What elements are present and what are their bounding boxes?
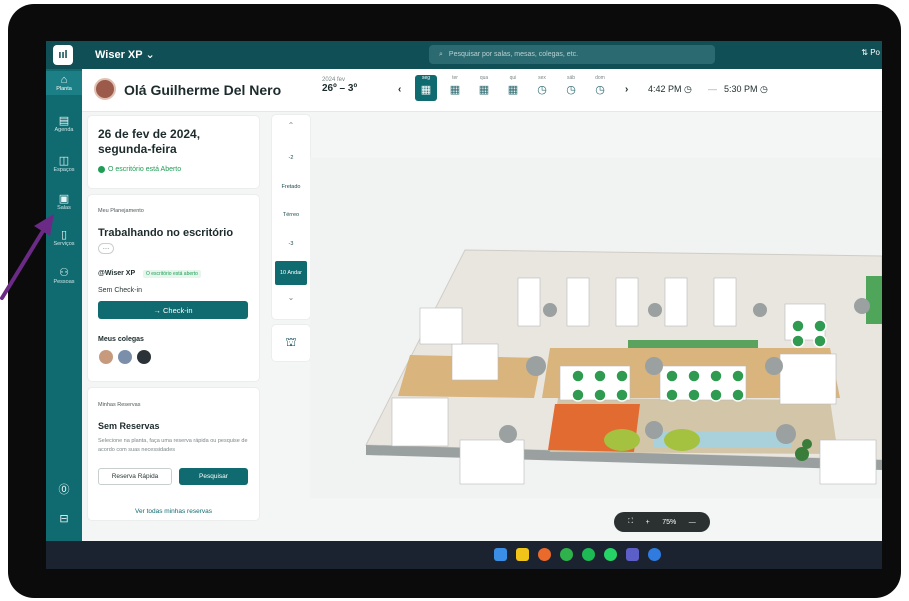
prev-week-button[interactable]: ‹ [398, 84, 401, 95]
services-icon: ▯ [60, 229, 68, 241]
search-icon: ⌕ [439, 50, 443, 58]
day-ter[interactable]: ter ▦ [444, 75, 466, 101]
checkin-button[interactable]: → Check-in [98, 301, 248, 319]
reservations-section-label: Minhas Reservas [98, 402, 141, 408]
help-icon: ⓪ [58, 484, 70, 496]
building-icon: ▦ [507, 84, 519, 96]
app-screen: ııl Wiser XP ⌄ ⌕ Pesquisar por salas, me… [46, 41, 882, 569]
floor-up-button[interactable]: ⌃ [272, 121, 310, 130]
clock-icon: ◷ [595, 84, 605, 96]
page-title: Olá Guilherme Del Nero [124, 82, 282, 98]
floor-item-selected[interactable]: 10 Andar [275, 261, 307, 285]
floor-item[interactable]: -2 [272, 155, 310, 161]
whatsapp-icon[interactable] [604, 548, 617, 561]
building-icon: ▦ [449, 84, 461, 96]
search-reservations-button[interactable]: Pesquisar [179, 468, 248, 485]
spaces-icon: ◫ [58, 155, 70, 167]
start-icon[interactable] [494, 548, 507, 561]
day-sex[interactable]: sex ◷ [531, 75, 553, 101]
fullscreen-icon[interactable]: ⛶ [628, 518, 633, 526]
top-bar: ııl Wiser XP ⌄ ⌕ Pesquisar por salas, me… [46, 41, 882, 69]
all-reservations-link[interactable]: Ver todas minhas reservas [88, 508, 259, 515]
day-sab[interactable]: sáb ◷ [560, 75, 582, 101]
office-open-badge: O escritório está aberto [143, 270, 201, 278]
reservations-description: Selecione na planta, faça uma reserva rá… [98, 438, 248, 453]
time-separator: — [708, 84, 717, 94]
workspace-selector[interactable]: Wiser XP ⌄ [95, 48, 155, 61]
firefox-icon[interactable] [538, 548, 551, 561]
day-qua[interactable]: qua ▦ [473, 75, 495, 101]
building-icon: ▦ [420, 84, 432, 96]
os-taskbar [46, 541, 882, 569]
building-icon: ⛫ [285, 335, 297, 349]
help-button[interactable]: ⓪ [46, 484, 82, 496]
clock-icon: ◷ [566, 84, 576, 96]
zoom-in-button[interactable]: + [646, 519, 650, 526]
zoom-out-button[interactable]: — [689, 519, 696, 526]
spotify-icon[interactable] [582, 548, 595, 561]
today-date: 26 de fev de 2024, segunda-feira [98, 127, 201, 156]
day-seg[interactable]: seg ▦ [415, 75, 437, 101]
sidebar-item-servicos[interactable]: ▯ Serviços [46, 229, 82, 247]
day-dom[interactable]: dom ◷ [589, 75, 611, 101]
next-week-button[interactable]: › [625, 84, 628, 95]
sidebar-item-pessoas[interactable]: ⚇ Pessoas [46, 267, 82, 285]
office-name: @Wiser XP [98, 270, 136, 277]
teams-icon[interactable] [626, 548, 639, 561]
browser-icon[interactable] [648, 548, 661, 561]
sidebar-item-planta[interactable]: ⌂ Planta [46, 71, 82, 95]
floor-item[interactable]: -3 [272, 241, 310, 247]
office-open-status: O escritório está Aberto [98, 166, 181, 173]
planning-section-label: Meu Planejamento [98, 208, 144, 214]
end-time[interactable]: 5:30 PM ◷ [724, 84, 768, 95]
calendar-icon: ▤ [58, 115, 70, 127]
app-logo-icon: ııl [53, 45, 73, 65]
building-icon: ▦ [478, 84, 490, 96]
floor-item[interactable]: Fretado [272, 184, 310, 190]
rooms-icon: ▣ [58, 193, 70, 205]
reservations-title: Sem Reservas [98, 421, 160, 431]
checkin-status: Sem Check-in [98, 287, 142, 294]
status-dot-icon [98, 166, 105, 173]
day-qui[interactable]: qui ▦ [502, 75, 524, 101]
quick-reservation-button[interactable]: Reserva Rápida [98, 468, 172, 485]
search-input[interactable]: ⌕ Pesquisar por salas, mesas, colegas, e… [429, 45, 715, 64]
people-icon: ⚇ [59, 267, 69, 279]
clock-icon: ◷ [760, 84, 768, 94]
start-time[interactable]: 4:42 PM ◷ [648, 84, 692, 95]
colleague-avatar[interactable] [118, 350, 132, 364]
floor-plan-map[interactable] [310, 158, 882, 498]
sidebar-item-agenda[interactable]: ▤ Agenda [46, 115, 82, 133]
colleague-avatar[interactable] [99, 350, 113, 364]
floor-item[interactable]: Térreo [272, 212, 310, 218]
home-icon: ⌂ [60, 74, 68, 86]
chevron-down-icon: ⌄ [287, 293, 295, 302]
week-range: 2024 fev 26º – 3º [322, 77, 358, 94]
top-right-menu[interactable]: ⇅ Po [861, 48, 880, 57]
zoom-control: ⛶ + 75% — [614, 512, 710, 532]
floor-down-button[interactable]: ⌄ [272, 293, 310, 302]
chevron-down-icon: ⌄ [145, 49, 155, 61]
device-frame: ııl Wiser XP ⌄ ⌕ Pesquisar por salas, me… [8, 4, 901, 598]
logout-icon: ⊟ [59, 513, 69, 525]
colleague-avatar[interactable] [137, 350, 151, 364]
chat-icon[interactable] [560, 548, 573, 561]
clock-icon: ◷ [684, 84, 692, 94]
page-header: Olá Guilherme Del Nero 2024 fev 26º – 3º… [82, 69, 882, 112]
more-options-button[interactable]: ··· [98, 243, 114, 254]
sidebar: ⌂ Planta ▤ Agenda ◫ Espaços ▣ Salas ▯ Se… [46, 69, 82, 541]
sidebar-item-espacos[interactable]: ◫ Espaços [46, 155, 82, 173]
sidebar-item-salas[interactable]: ▣ Salas [46, 193, 82, 211]
planning-title: Trabalhando no escritório [98, 227, 234, 239]
user-avatar[interactable] [94, 78, 116, 100]
colleagues-title: Meus colegas [98, 336, 144, 343]
chevron-up-icon: ⌃ [287, 121, 295, 130]
file-explorer-icon[interactable] [516, 548, 529, 561]
logout-button[interactable]: ⊟ [46, 513, 82, 525]
zoom-level: 75% [662, 518, 677, 526]
clock-icon: ◷ [537, 84, 547, 96]
